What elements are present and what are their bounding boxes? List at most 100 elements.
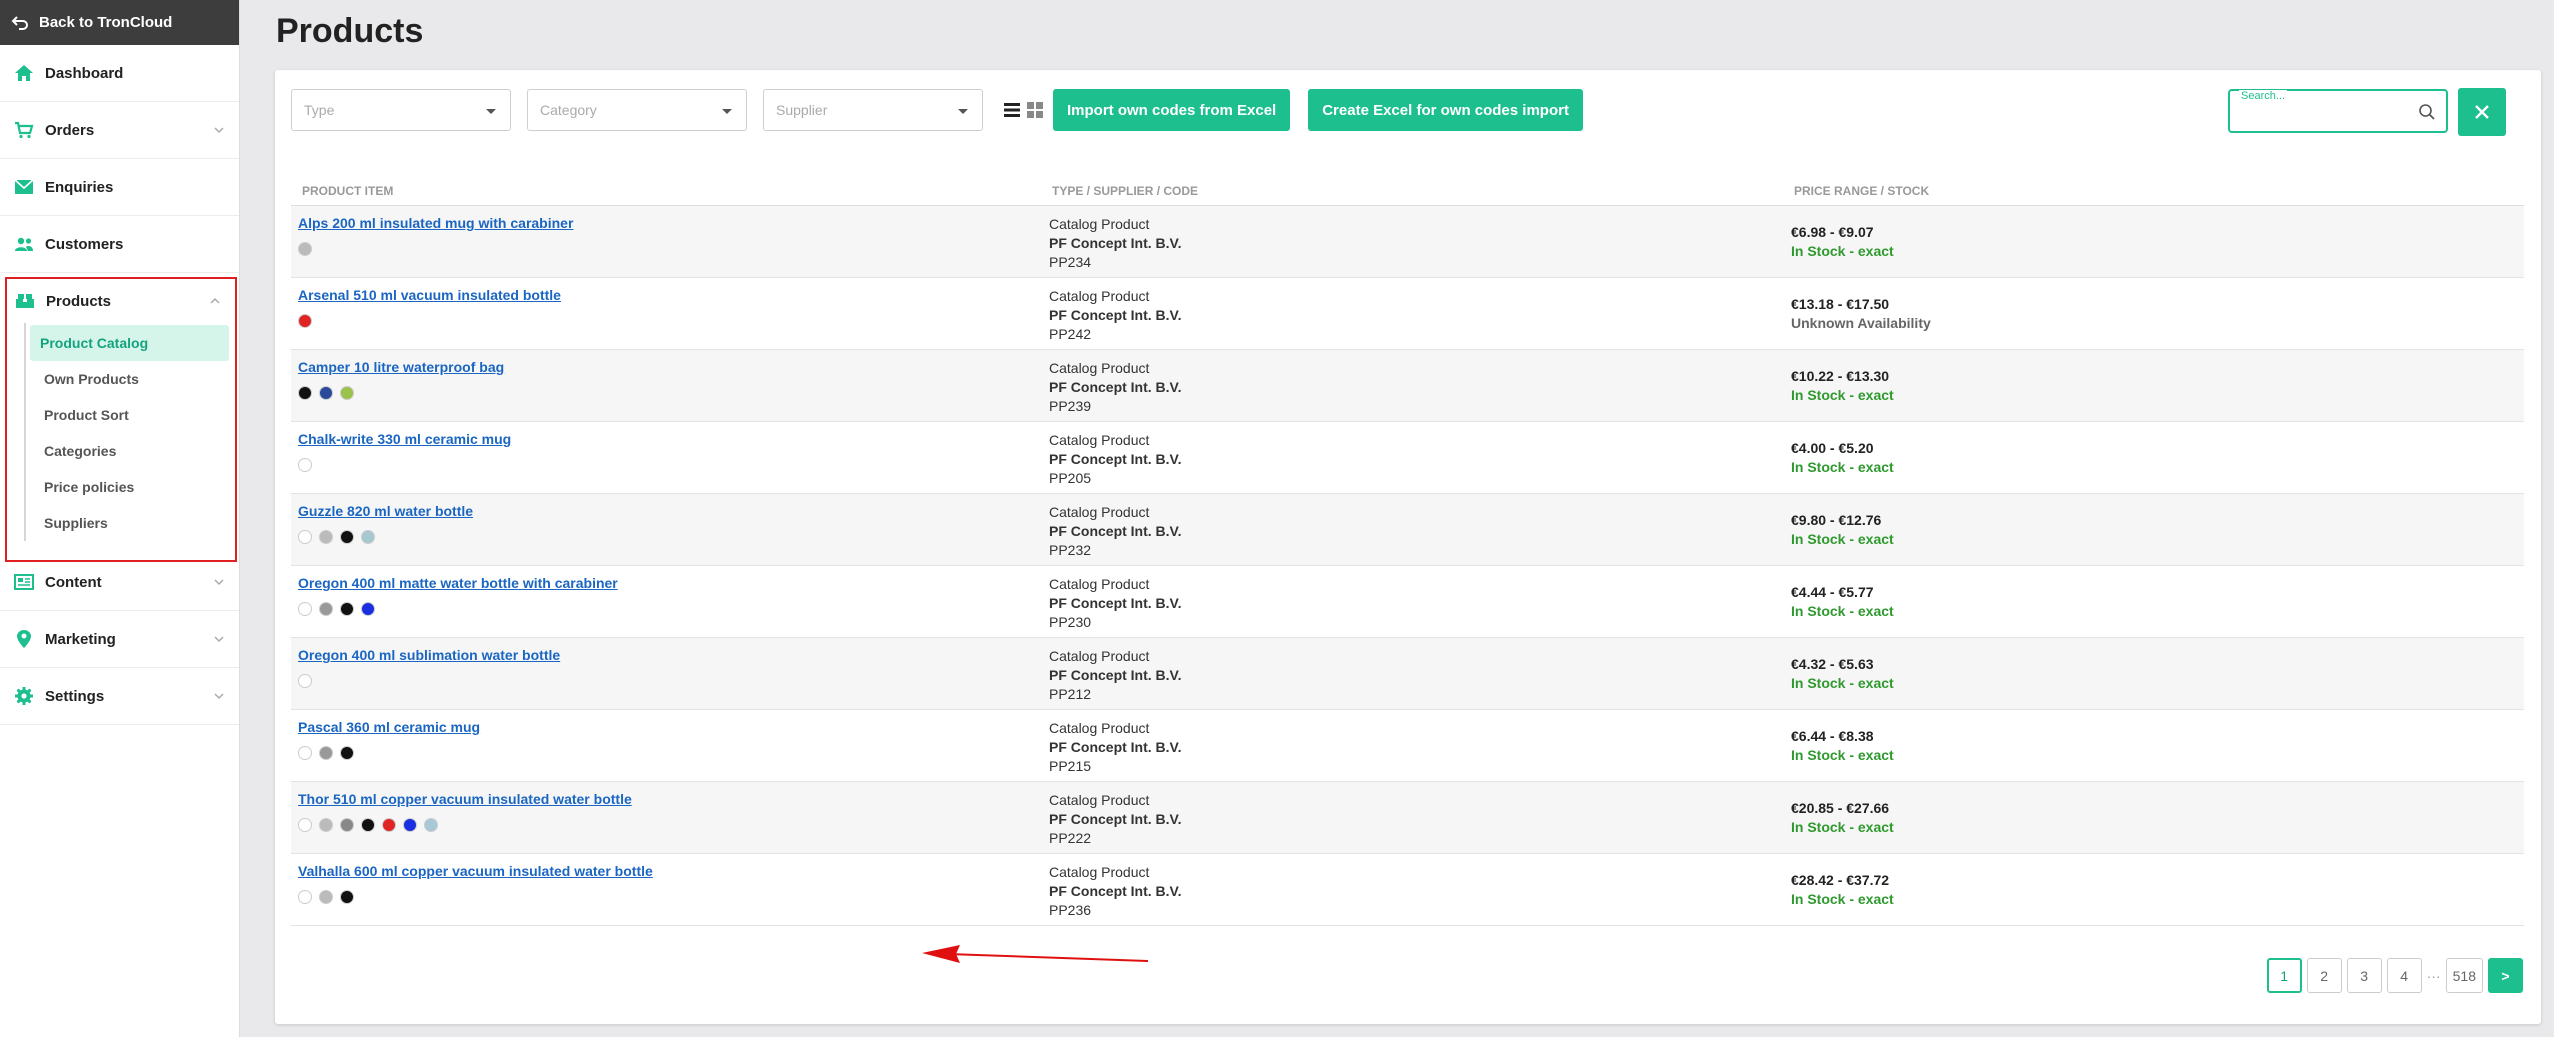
color-swatch[interactable]	[298, 746, 312, 760]
color-swatch[interactable]	[340, 746, 354, 760]
back-to-troncloud-link[interactable]: Back to TronCloud	[0, 0, 239, 45]
sidebar-item-settings[interactable]: Settings	[0, 668, 239, 725]
color-swatch[interactable]	[298, 890, 312, 904]
product-name-link[interactable]: Oregon 400 ml sublimation water bottle	[298, 647, 560, 663]
color-swatch[interactable]	[298, 674, 312, 688]
product-name-link[interactable]: Oregon 400 ml matte water bottle with ca…	[298, 575, 618, 591]
color-swatch[interactable]	[319, 602, 333, 616]
page-4-button[interactable]: 4	[2386, 958, 2422, 993]
supplier-select[interactable]: Supplier	[763, 89, 983, 131]
sidebar-item-label: Settings	[45, 687, 105, 705]
color-swatch[interactable]	[298, 530, 312, 544]
newspaper-icon	[14, 572, 34, 592]
red-annotation-arrow	[922, 945, 1149, 963]
type-placeholder: Type	[304, 102, 335, 118]
product-catalog-card: Type Category Supplier Import own codes …	[275, 70, 2541, 1024]
sidebar-item-label: Customers	[45, 235, 124, 253]
color-swatch[interactable]	[319, 530, 333, 544]
product-name-link[interactable]: Valhalla 600 ml copper vacuum insulated …	[298, 863, 653, 879]
product-name-link[interactable]: Chalk-write 330 ml ceramic mug	[298, 431, 511, 447]
sidebar-item-marketing[interactable]: Marketing	[0, 611, 239, 668]
product-name-link[interactable]: Camper 10 litre waterproof bag	[298, 359, 504, 375]
color-swatch[interactable]	[298, 458, 312, 472]
create-excel-button[interactable]: Create Excel for own codes import	[1308, 89, 1583, 131]
product-type: Catalog Product	[1049, 360, 1150, 376]
stock-status: In Stock - exact	[1791, 675, 1894, 691]
sidebar-item-dashboard[interactable]: Dashboard	[0, 45, 239, 102]
clear-search-button[interactable]	[2458, 88, 2506, 136]
color-swatch[interactable]	[403, 818, 417, 832]
search-icon[interactable]	[2418, 103, 2436, 121]
sidebar-item-enquiries[interactable]: Enquiries	[0, 159, 239, 216]
caret-down-icon	[958, 109, 968, 114]
color-swatch[interactable]	[298, 314, 312, 328]
color-swatch[interactable]	[382, 818, 396, 832]
color-swatch[interactable]	[340, 818, 354, 832]
color-swatch[interactable]	[340, 890, 354, 904]
caret-down-icon	[486, 109, 496, 114]
color-swatch[interactable]	[340, 530, 354, 544]
page-3-button[interactable]: 3	[2346, 958, 2382, 993]
submenu-categories[interactable]: Categories	[30, 433, 229, 469]
color-swatch[interactable]	[319, 386, 333, 400]
product-name-link[interactable]: Arsenal 510 ml vacuum insulated bottle	[298, 287, 561, 303]
color-swatch[interactable]	[298, 242, 312, 256]
submenu-price-policies[interactable]: Price policies	[30, 469, 229, 505]
color-swatches	[298, 314, 319, 328]
price-stock: €9.80 - €12.76 In Stock - exact	[1791, 511, 1894, 549]
header-price-range-stock: PRICE RANGE / STOCK	[1794, 184, 1930, 198]
next-page-button[interactable]: >	[2488, 958, 2523, 993]
sidebar-item-customers[interactable]: Customers	[0, 216, 239, 273]
color-swatch[interactable]	[298, 386, 312, 400]
price-range: €4.00 - €5.20	[1791, 440, 1874, 456]
submenu-product-catalog[interactable]: Product Catalog	[30, 325, 229, 361]
page-last-button[interactable]: 518	[2445, 958, 2483, 993]
submenu-product-sort[interactable]: Product Sort	[30, 397, 229, 433]
product-type: Catalog Product	[1049, 216, 1150, 232]
page-2-button[interactable]: 2	[2306, 958, 2342, 993]
color-swatch[interactable]	[361, 530, 375, 544]
search-field[interactable]: Search...	[2228, 89, 2448, 133]
price-stock: €28.42 - €37.72 In Stock - exact	[1791, 871, 1894, 909]
color-swatch[interactable]	[319, 746, 333, 760]
submenu-own-products[interactable]: Own Products	[30, 361, 229, 397]
color-swatch[interactable]	[340, 602, 354, 616]
color-swatch[interactable]	[361, 602, 375, 616]
category-select[interactable]: Category	[527, 89, 747, 131]
search-label: Search...	[2239, 90, 2288, 102]
table-row: Pascal 360 ml ceramic mug Catalog Product…	[291, 710, 2524, 782]
page-1-button[interactable]: 1	[2266, 958, 2302, 993]
type-supplier-code: Catalog Product PF Concept Int. B.V. PP242	[1049, 287, 1182, 344]
search-input[interactable]	[2240, 105, 2410, 121]
product-name-link[interactable]: Pascal 360 ml ceramic mug	[298, 719, 480, 735]
pagination: 1 2 3 4 ··· 518 >	[2262, 958, 2523, 993]
table-row: Valhalla 600 ml copper vacuum insulated …	[291, 854, 2524, 926]
sidebar-item-orders[interactable]: Orders	[0, 102, 239, 159]
product-name-link[interactable]: Thor 510 ml copper vacuum insulated wate…	[298, 791, 632, 807]
price-stock: €13.18 - €17.50 Unknown Availability	[1791, 295, 1931, 333]
grid-view-icon[interactable]	[1026, 101, 1044, 119]
color-swatch[interactable]	[319, 818, 333, 832]
color-swatch[interactable]	[298, 602, 312, 616]
cart-icon	[14, 120, 34, 140]
list-view-icon[interactable]	[1003, 101, 1021, 119]
color-swatch[interactable]	[424, 818, 438, 832]
sidebar-item-content[interactable]: Content	[0, 554, 239, 611]
stock-status: In Stock - exact	[1791, 243, 1894, 259]
product-name-link[interactable]: Alps 200 ml insulated mug with carabiner	[298, 215, 573, 231]
type-select[interactable]: Type	[291, 89, 511, 131]
price-range: €28.42 - €37.72	[1791, 872, 1890, 888]
color-swatch[interactable]	[298, 818, 312, 832]
product-type: Catalog Product	[1049, 720, 1150, 736]
supplier-name: PF Concept Int. B.V.	[1049, 379, 1182, 395]
price-range: €20.85 - €27.66	[1791, 800, 1890, 816]
color-swatch[interactable]	[361, 818, 375, 832]
color-swatch[interactable]	[319, 890, 333, 904]
product-name-link[interactable]: Guzzle 820 ml water bottle	[298, 503, 473, 519]
color-swatch[interactable]	[340, 386, 354, 400]
sidebar-item-label: Dashboard	[45, 64, 124, 82]
sidebar-item-label: Orders	[45, 121, 95, 139]
sidebar-item-products[interactable]: Products	[7, 279, 235, 323]
submenu-suppliers[interactable]: Suppliers	[30, 505, 229, 541]
import-own-codes-button[interactable]: Import own codes from Excel	[1053, 89, 1291, 131]
